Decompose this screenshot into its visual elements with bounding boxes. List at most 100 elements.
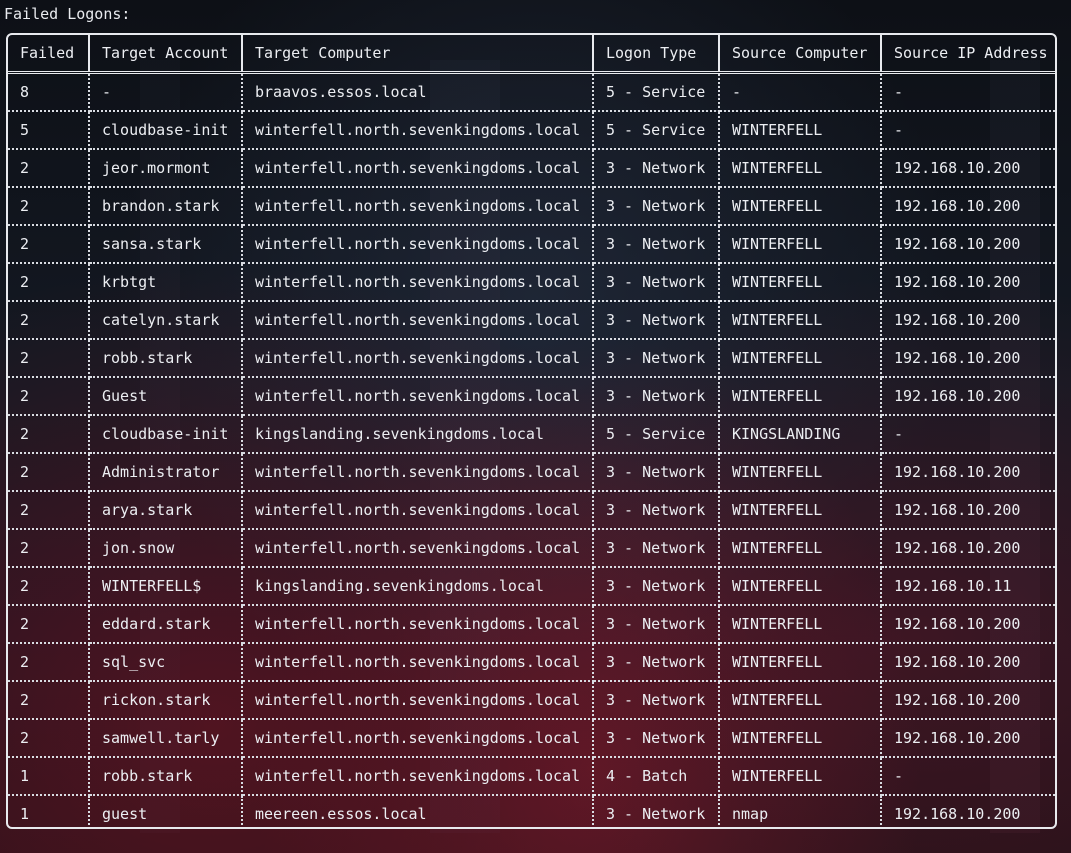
- failed-count-cell: 2: [8, 643, 90, 682]
- source-ip-cell: 192.168.10.200: [881, 263, 1055, 302]
- source-ip-cell: 192.168.10.200: [881, 681, 1055, 720]
- table-row: 2 sansa.stark winterfell.north.sevenkingdo…: [8, 225, 1055, 264]
- column-header-source-computer: Source Computer: [719, 35, 882, 74]
- target-computer-cell: winterfell.north.sevenkingdoms.local: [242, 643, 594, 682]
- target-account-cell: krbtgt: [89, 263, 243, 302]
- logon-type-cell: 3 - Network: [593, 225, 720, 264]
- table-row: 2 WINTERFELL$ kingslanding.sevenkingdoms.l…: [8, 567, 1055, 606]
- target-account-cell: arya.stark: [89, 491, 243, 530]
- failed-count-cell: 2: [8, 529, 90, 568]
- target-computer-cell: winterfell.north.sevenkingdoms.local: [242, 187, 594, 226]
- target-computer-cell: braavos.essos.local: [242, 72, 594, 112]
- target-computer-cell: winterfell.north.sevenkingdoms.local: [242, 111, 594, 150]
- source-ip-cell: 192.168.10.200: [881, 301, 1055, 340]
- target-computer-cell: winterfell.north.sevenkingdoms.local: [242, 225, 594, 264]
- table-row: 2 jeor.mormont winterfell.north.sevenkingd…: [8, 149, 1055, 188]
- failed-count-cell: 2: [8, 225, 90, 264]
- target-account-cell: samwell.tarly: [89, 719, 243, 758]
- target-account-cell: jeor.mormont: [89, 149, 243, 188]
- source-computer-cell: WINTERFELL: [719, 225, 882, 264]
- failed-count-cell: 2: [8, 567, 90, 606]
- target-computer-cell: winterfell.north.sevenkingdoms.local: [242, 605, 594, 644]
- logon-type-cell: 3 - Network: [593, 453, 720, 492]
- logon-type-cell: 3 - Network: [593, 643, 720, 682]
- table-row: 2 cloudbase-init kingslanding.sevenkingdom…: [8, 415, 1055, 454]
- failed-count-cell: 2: [8, 491, 90, 530]
- source-computer-cell: WINTERFELL: [719, 339, 882, 378]
- source-computer-cell: nmap: [719, 795, 882, 827]
- target-account-cell: Guest: [89, 377, 243, 416]
- source-ip-cell: 192.168.10.200: [881, 529, 1055, 568]
- column-header-target-account: Target Account: [89, 35, 243, 74]
- failed-count-cell: 2: [8, 415, 90, 454]
- logon-type-cell: 3 - Network: [593, 605, 720, 644]
- target-account-cell: -: [89, 72, 243, 112]
- table-row: 2 rickon.stark winterfell.north.sevenkingd…: [8, 681, 1055, 720]
- logon-type-cell: 3 - Network: [593, 339, 720, 378]
- failed-count-cell: 2: [8, 263, 90, 302]
- logon-type-cell: 3 - Network: [593, 263, 720, 302]
- target-computer-cell: winterfell.north.sevenkingdoms.local: [242, 529, 594, 568]
- target-computer-cell: winterfell.north.sevenkingdoms.local: [242, 149, 594, 188]
- source-computer-cell: WINTERFELL: [719, 719, 882, 758]
- target-account-cell: rickon.stark: [89, 681, 243, 720]
- table-row: 2 krbtgt winterfell.north.sevenkingdoms.lo…: [8, 263, 1055, 302]
- table-row: 2 brandon.stark winterfell.north.sevenking…: [8, 187, 1055, 226]
- source-computer-cell: WINTERFELL: [719, 453, 882, 492]
- target-computer-cell: winterfell.north.sevenkingdoms.local: [242, 339, 594, 378]
- source-computer-cell: -: [719, 72, 882, 112]
- source-ip-cell: 192.168.10.200: [881, 377, 1055, 416]
- failed-count-cell: 2: [8, 339, 90, 378]
- target-computer-cell: kingslanding.sevenkingdoms.local: [242, 415, 594, 454]
- target-computer-cell: winterfell.north.sevenkingdoms.local: [242, 719, 594, 758]
- failed-count-cell: 2: [8, 301, 90, 340]
- failed-count-cell: 2: [8, 453, 90, 492]
- target-computer-cell: meereen.essos.local: [242, 795, 594, 827]
- logon-type-cell: 3 - Network: [593, 301, 720, 340]
- target-computer-cell: winterfell.north.sevenkingdoms.local: [242, 263, 594, 302]
- target-account-cell: brandon.stark: [89, 187, 243, 226]
- table-row: 2 Administrator winterfell.north.sevenking…: [8, 453, 1055, 492]
- failed-count-cell: 2: [8, 377, 90, 416]
- target-computer-cell: winterfell.north.sevenkingdoms.local: [242, 453, 594, 492]
- target-computer-cell: winterfell.north.sevenkingdoms.local: [242, 377, 594, 416]
- target-computer-cell: winterfell.north.sevenkingdoms.local: [242, 491, 594, 530]
- source-computer-cell: WINTERFELL: [719, 643, 882, 682]
- target-computer-cell: kingslanding.sevenkingdoms.local: [242, 567, 594, 606]
- source-computer-cell: WINTERFELL: [719, 529, 882, 568]
- source-computer-cell: WINTERFELL: [719, 681, 882, 720]
- target-account-cell: eddard.stark: [89, 605, 243, 644]
- table-row: 2 jon.snow winterfell.north.sevenkingdoms.…: [8, 529, 1055, 568]
- logon-type-cell: 4 - Batch: [593, 757, 720, 796]
- table-row: 2 samwell.tarly winterfell.north.sevenking…: [8, 719, 1055, 758]
- logon-type-cell: 3 - Network: [593, 377, 720, 416]
- source-ip-cell: -: [881, 72, 1055, 112]
- failed-count-cell: 2: [8, 681, 90, 720]
- target-computer-cell: winterfell.north.sevenkingdoms.local: [242, 681, 594, 720]
- source-ip-cell: 192.168.10.200: [881, 225, 1055, 264]
- table-body: 8- braavos.essos.local 5 - Service - -5 cloud…: [8, 72, 1055, 827]
- failed-count-cell: 8: [8, 72, 90, 112]
- source-ip-cell: 192.168.10.200: [881, 491, 1055, 530]
- table-row: 2 robb.stark winterfell.north.sevenkingdom…: [8, 339, 1055, 378]
- target-computer-cell: winterfell.north.sevenkingdoms.local: [242, 757, 594, 796]
- table-row: 2 arya.stark winterfell.north.sevenkingdom…: [8, 491, 1055, 530]
- target-account-cell: robb.stark: [89, 339, 243, 378]
- source-ip-cell: 192.168.10.200: [881, 605, 1055, 644]
- source-computer-cell: WINTERFELL: [719, 377, 882, 416]
- target-account-cell: jon.snow: [89, 529, 243, 568]
- failed-count-cell: 1: [8, 795, 90, 827]
- source-ip-cell: -: [881, 415, 1055, 454]
- table-row: 2 catelyn.stark winterfell.north.sevenking…: [8, 301, 1055, 340]
- table-row: 1 robb.stark winterfell.north.sevenkingdom…: [8, 757, 1055, 796]
- target-account-cell: catelyn.stark: [89, 301, 243, 340]
- target-account-cell: cloudbase-init: [89, 111, 243, 150]
- logon-type-cell: 5 - Service: [593, 415, 720, 454]
- logon-type-cell: 3 - Network: [593, 681, 720, 720]
- logon-type-cell: 3 - Network: [593, 149, 720, 188]
- source-ip-cell: 192.168.10.200: [881, 149, 1055, 188]
- logon-type-cell: 3 - Network: [593, 529, 720, 568]
- source-ip-cell: 192.168.10.200: [881, 453, 1055, 492]
- failed-count-cell: 5: [8, 111, 90, 150]
- target-computer-cell: winterfell.north.sevenkingdoms.local: [242, 301, 594, 340]
